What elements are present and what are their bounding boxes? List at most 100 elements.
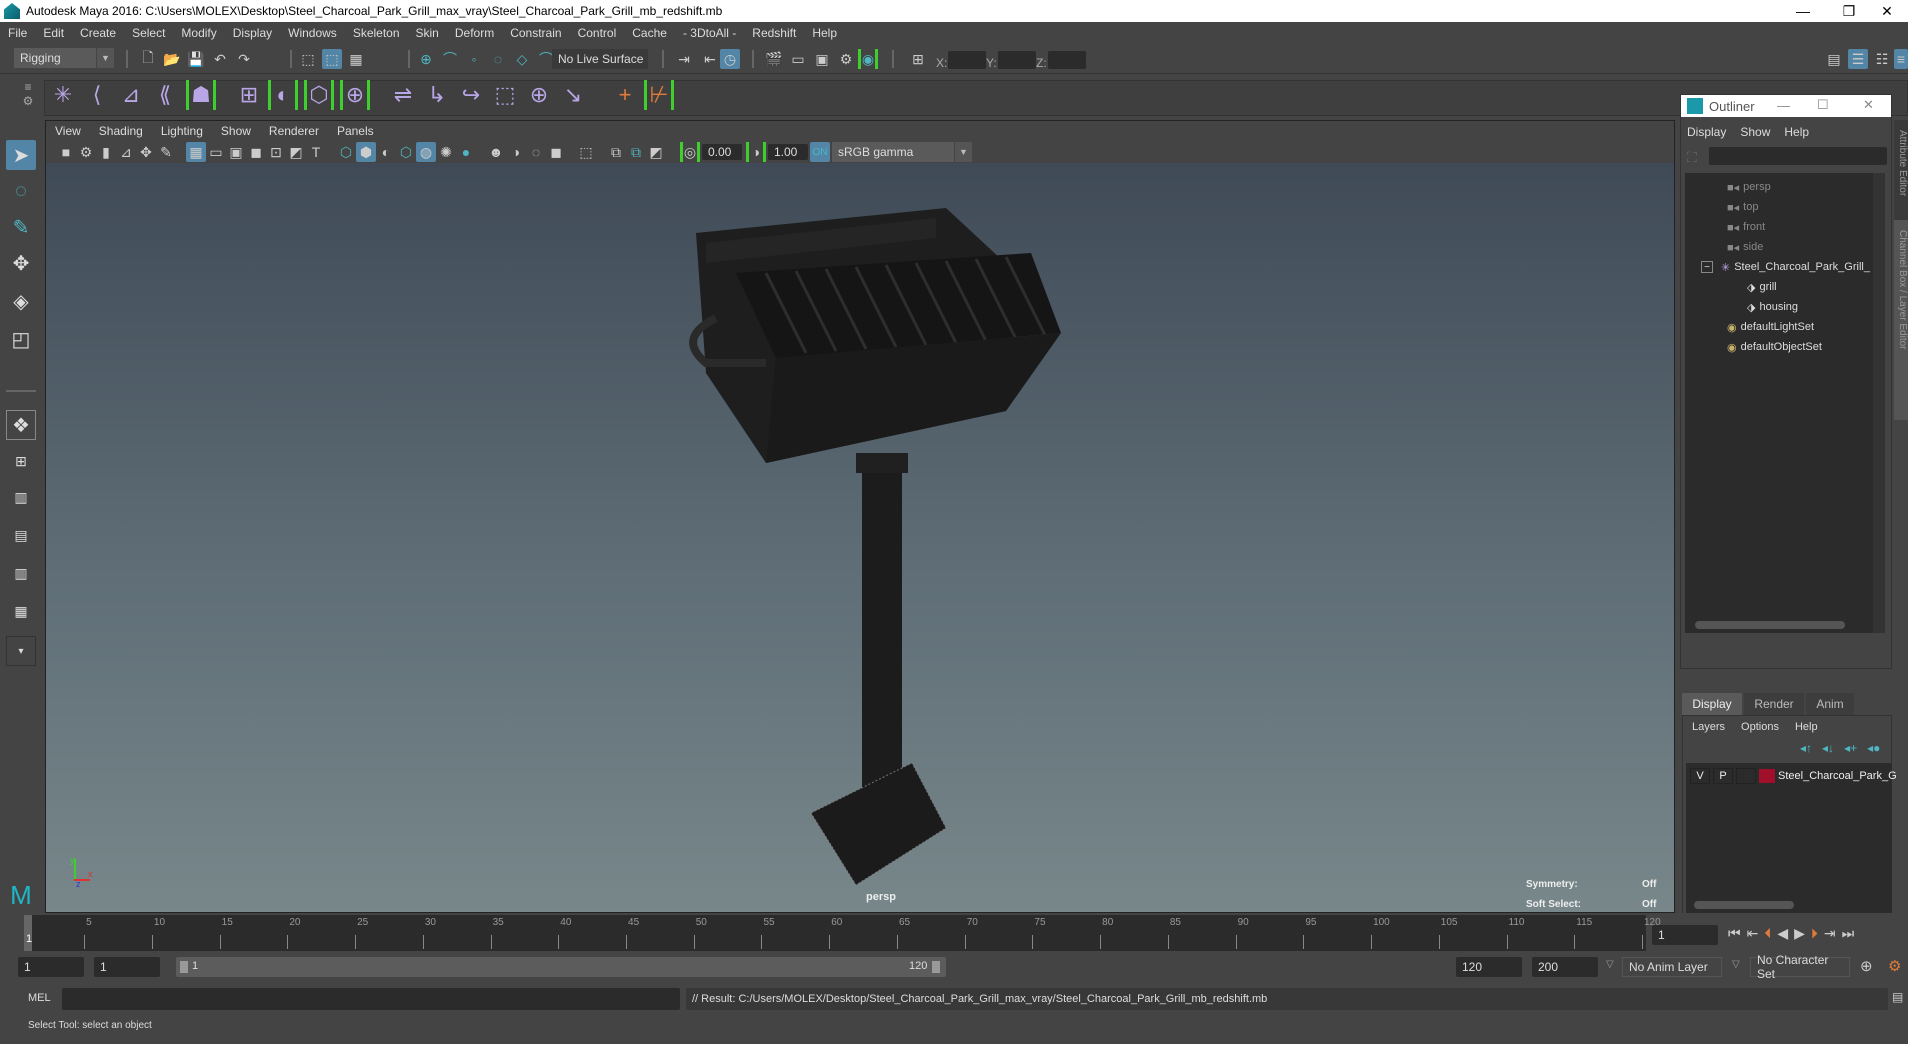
layer-row[interactable]: V P Steel_Charcoal_Park_G [1690, 767, 1897, 785]
gamma-field[interactable]: 1.00 [768, 144, 808, 160]
anti-aliasing-icon[interactable]: ◌ [526, 142, 546, 162]
select-camera-icon[interactable]: ■ [56, 142, 76, 162]
transform-constraints-icon[interactable]: ⊞ [908, 49, 928, 69]
range-start-handle[interactable] [180, 961, 188, 973]
auto-key-icon[interactable]: ⊕ [1860, 957, 1873, 975]
save-scene-icon[interactable]: 💾 [186, 49, 206, 69]
outliner-menu-display[interactable]: Display [1687, 125, 1726, 139]
paint-weights-icon[interactable]: ⊞ [234, 80, 264, 110]
ambient-occlusion-icon[interactable]: ☻ [486, 142, 506, 162]
menu-select[interactable]: Select [124, 26, 173, 40]
play-forwards-icon[interactable]: ▶ [1794, 925, 1805, 942]
playback-end-field[interactable]: 120 [1456, 957, 1522, 977]
panel-menu-shading[interactable]: Shading [90, 124, 152, 138]
locator-icon[interactable]: + [610, 80, 640, 110]
menu-constrain[interactable]: Constrain [502, 26, 569, 40]
layer-menu-layers[interactable]: Layers [1692, 721, 1725, 733]
image-plane-icon[interactable]: ⊿ [116, 142, 136, 162]
field-chart-icon[interactable]: ⊡ [266, 142, 286, 162]
hypershade-icon[interactable]: ◉ [858, 49, 878, 69]
layer-menu-options[interactable]: Options [1741, 721, 1779, 733]
step-back-key-icon[interactable]: ⇤ [1747, 925, 1759, 942]
outliner-item[interactable]: ■◂ front [1727, 217, 1765, 237]
playback-start-field[interactable]: 1 [94, 957, 160, 977]
render-settings-icon[interactable]: ⚙ [836, 49, 856, 69]
color-management-toggle-icon[interactable]: ON [810, 142, 830, 162]
menu-skeleton[interactable]: Skeleton [345, 26, 408, 40]
snap-grid-icon[interactable]: ⊕ [416, 49, 436, 69]
collapse-icon[interactable]: − [1701, 261, 1713, 273]
new-layer-selected-icon[interactable]: ◂● [1867, 741, 1880, 755]
parent-constraint-icon[interactable]: ⇌ [388, 80, 418, 110]
outliner-item[interactable]: ⬗ housing [1747, 297, 1798, 317]
anim-layer-chevron-icon[interactable]: ▽ [1606, 959, 1614, 970]
use-all-lights-icon[interactable]: ✺ [436, 142, 456, 162]
orient-constraint-icon[interactable]: ↪ [456, 80, 486, 110]
new-scene-icon[interactable]: 🗋 [138, 49, 158, 69]
paint-select-tool-icon[interactable]: ✎ [6, 212, 36, 242]
scale-tool-icon[interactable]: ◰ [6, 324, 36, 354]
menu-display[interactable]: Display [225, 26, 280, 40]
tab-channel-box[interactable]: Channel Box / Layer Editor [1894, 220, 1908, 420]
menu-control[interactable]: Control [570, 26, 625, 40]
menu-3dtoall[interactable]: - 3DtoAll - [675, 26, 744, 40]
open-scene-icon[interactable]: 📂 [162, 49, 182, 69]
snap-view-plane-icon[interactable]: ◌ [488, 49, 508, 69]
ipr-render-icon[interactable]: ▣ [812, 49, 832, 69]
x-input[interactable] [948, 51, 986, 69]
modeling-toolkit-icon[interactable]: ▤ [1824, 49, 1844, 69]
tab-anim[interactable]: Anim [1806, 693, 1854, 715]
layer-horizontal-scrollbar[interactable] [1694, 901, 1794, 909]
outliner-item[interactable]: ⬗ grill [1747, 277, 1777, 297]
step-back-frame-icon[interactable]: ⏴ [1764, 925, 1771, 942]
menu-modify[interactable]: Modify [173, 26, 224, 40]
ik-spline-icon[interactable]: ⊿ [116, 80, 146, 110]
bookmark-icon[interactable]: ▮ [96, 142, 116, 162]
safe-action-icon[interactable]: ◩ [286, 142, 306, 162]
cluster-icon[interactable]: ⊕ [340, 80, 370, 110]
minimize-button[interactable]: — [1780, 0, 1826, 22]
bind-skin-icon[interactable]: ⟪ [150, 80, 180, 110]
menu-create[interactable]: Create [72, 26, 124, 40]
undo-icon[interactable]: ↶ [210, 49, 230, 69]
render-view-icon[interactable]: 🎬 [764, 49, 784, 69]
menu-redshift[interactable]: Redshift [744, 26, 804, 40]
xray-icon[interactable]: ⬡ [396, 142, 416, 162]
scale-constraint-icon[interactable]: ⬚ [490, 80, 520, 110]
resolution-gate-icon[interactable]: ▣ [226, 142, 246, 162]
outliner-item[interactable]: ◉ defaultLightSet [1727, 317, 1814, 337]
lasso-tool-icon[interactable]: ◌ [6, 176, 36, 206]
shelf-menu-icon[interactable]: ≡ ⚙ [20, 80, 36, 116]
ik-handle-icon[interactable]: ⟨ [82, 80, 112, 110]
outliner-horizontal-scrollbar[interactable] [1695, 621, 1845, 629]
close-button[interactable]: ✕ [1864, 0, 1908, 22]
menu-windows[interactable]: Windows [280, 26, 345, 40]
view-transform-dropdown[interactable]: sRGB gamma ▼ [832, 142, 972, 162]
range-slider-bar[interactable]: 1 120 [176, 957, 946, 977]
blend-shape-icon[interactable]: ◐ [268, 80, 298, 110]
outliner-maximize-button[interactable]: ☐ [1817, 97, 1829, 113]
step-forward-frame-icon[interactable]: ⏵ [1811, 925, 1818, 942]
move-tool-icon[interactable]: ✥ [6, 248, 36, 278]
aim-constraint-icon[interactable]: ⊕ [524, 80, 554, 110]
pole-vector-icon[interactable]: ↘ [558, 80, 588, 110]
animation-preferences-icon[interactable]: ⚙ [1888, 957, 1901, 975]
layer-display-type-toggle[interactable] [1736, 768, 1756, 784]
grid-toggle-icon[interactable]: ▦ [186, 142, 206, 162]
new-layer-icon[interactable]: ◂+ [1844, 741, 1857, 755]
menu-cache[interactable]: Cache [624, 26, 675, 40]
layer-menu-help[interactable]: Help [1795, 721, 1818, 733]
outliner-item[interactable]: ■◂ side [1727, 237, 1763, 257]
select-component-icon[interactable]: ▦ [346, 49, 366, 69]
persp-graph-layout-icon[interactable]: ▤ [6, 520, 36, 550]
script-editor-icon[interactable]: ▤ [1892, 990, 1903, 1004]
output-ops-icon[interactable]: ⇤ [700, 49, 720, 69]
snap-curve-icon[interactable]: ⌒ [440, 49, 460, 69]
step-forward-key-icon[interactable]: ⇥ [1824, 925, 1836, 942]
anim-layer-dropdown[interactable]: No Anim Layer [1622, 957, 1722, 977]
outliner-vertical-scrollbar[interactable] [1873, 173, 1885, 633]
live-surface-field[interactable]: No Live Surface [552, 49, 648, 69]
joint-tool-icon[interactable]: ✳ [48, 80, 78, 110]
shadows-icon[interactable]: ● [456, 142, 476, 162]
hypershade-persp-layout-icon[interactable]: ▥ [6, 558, 36, 588]
